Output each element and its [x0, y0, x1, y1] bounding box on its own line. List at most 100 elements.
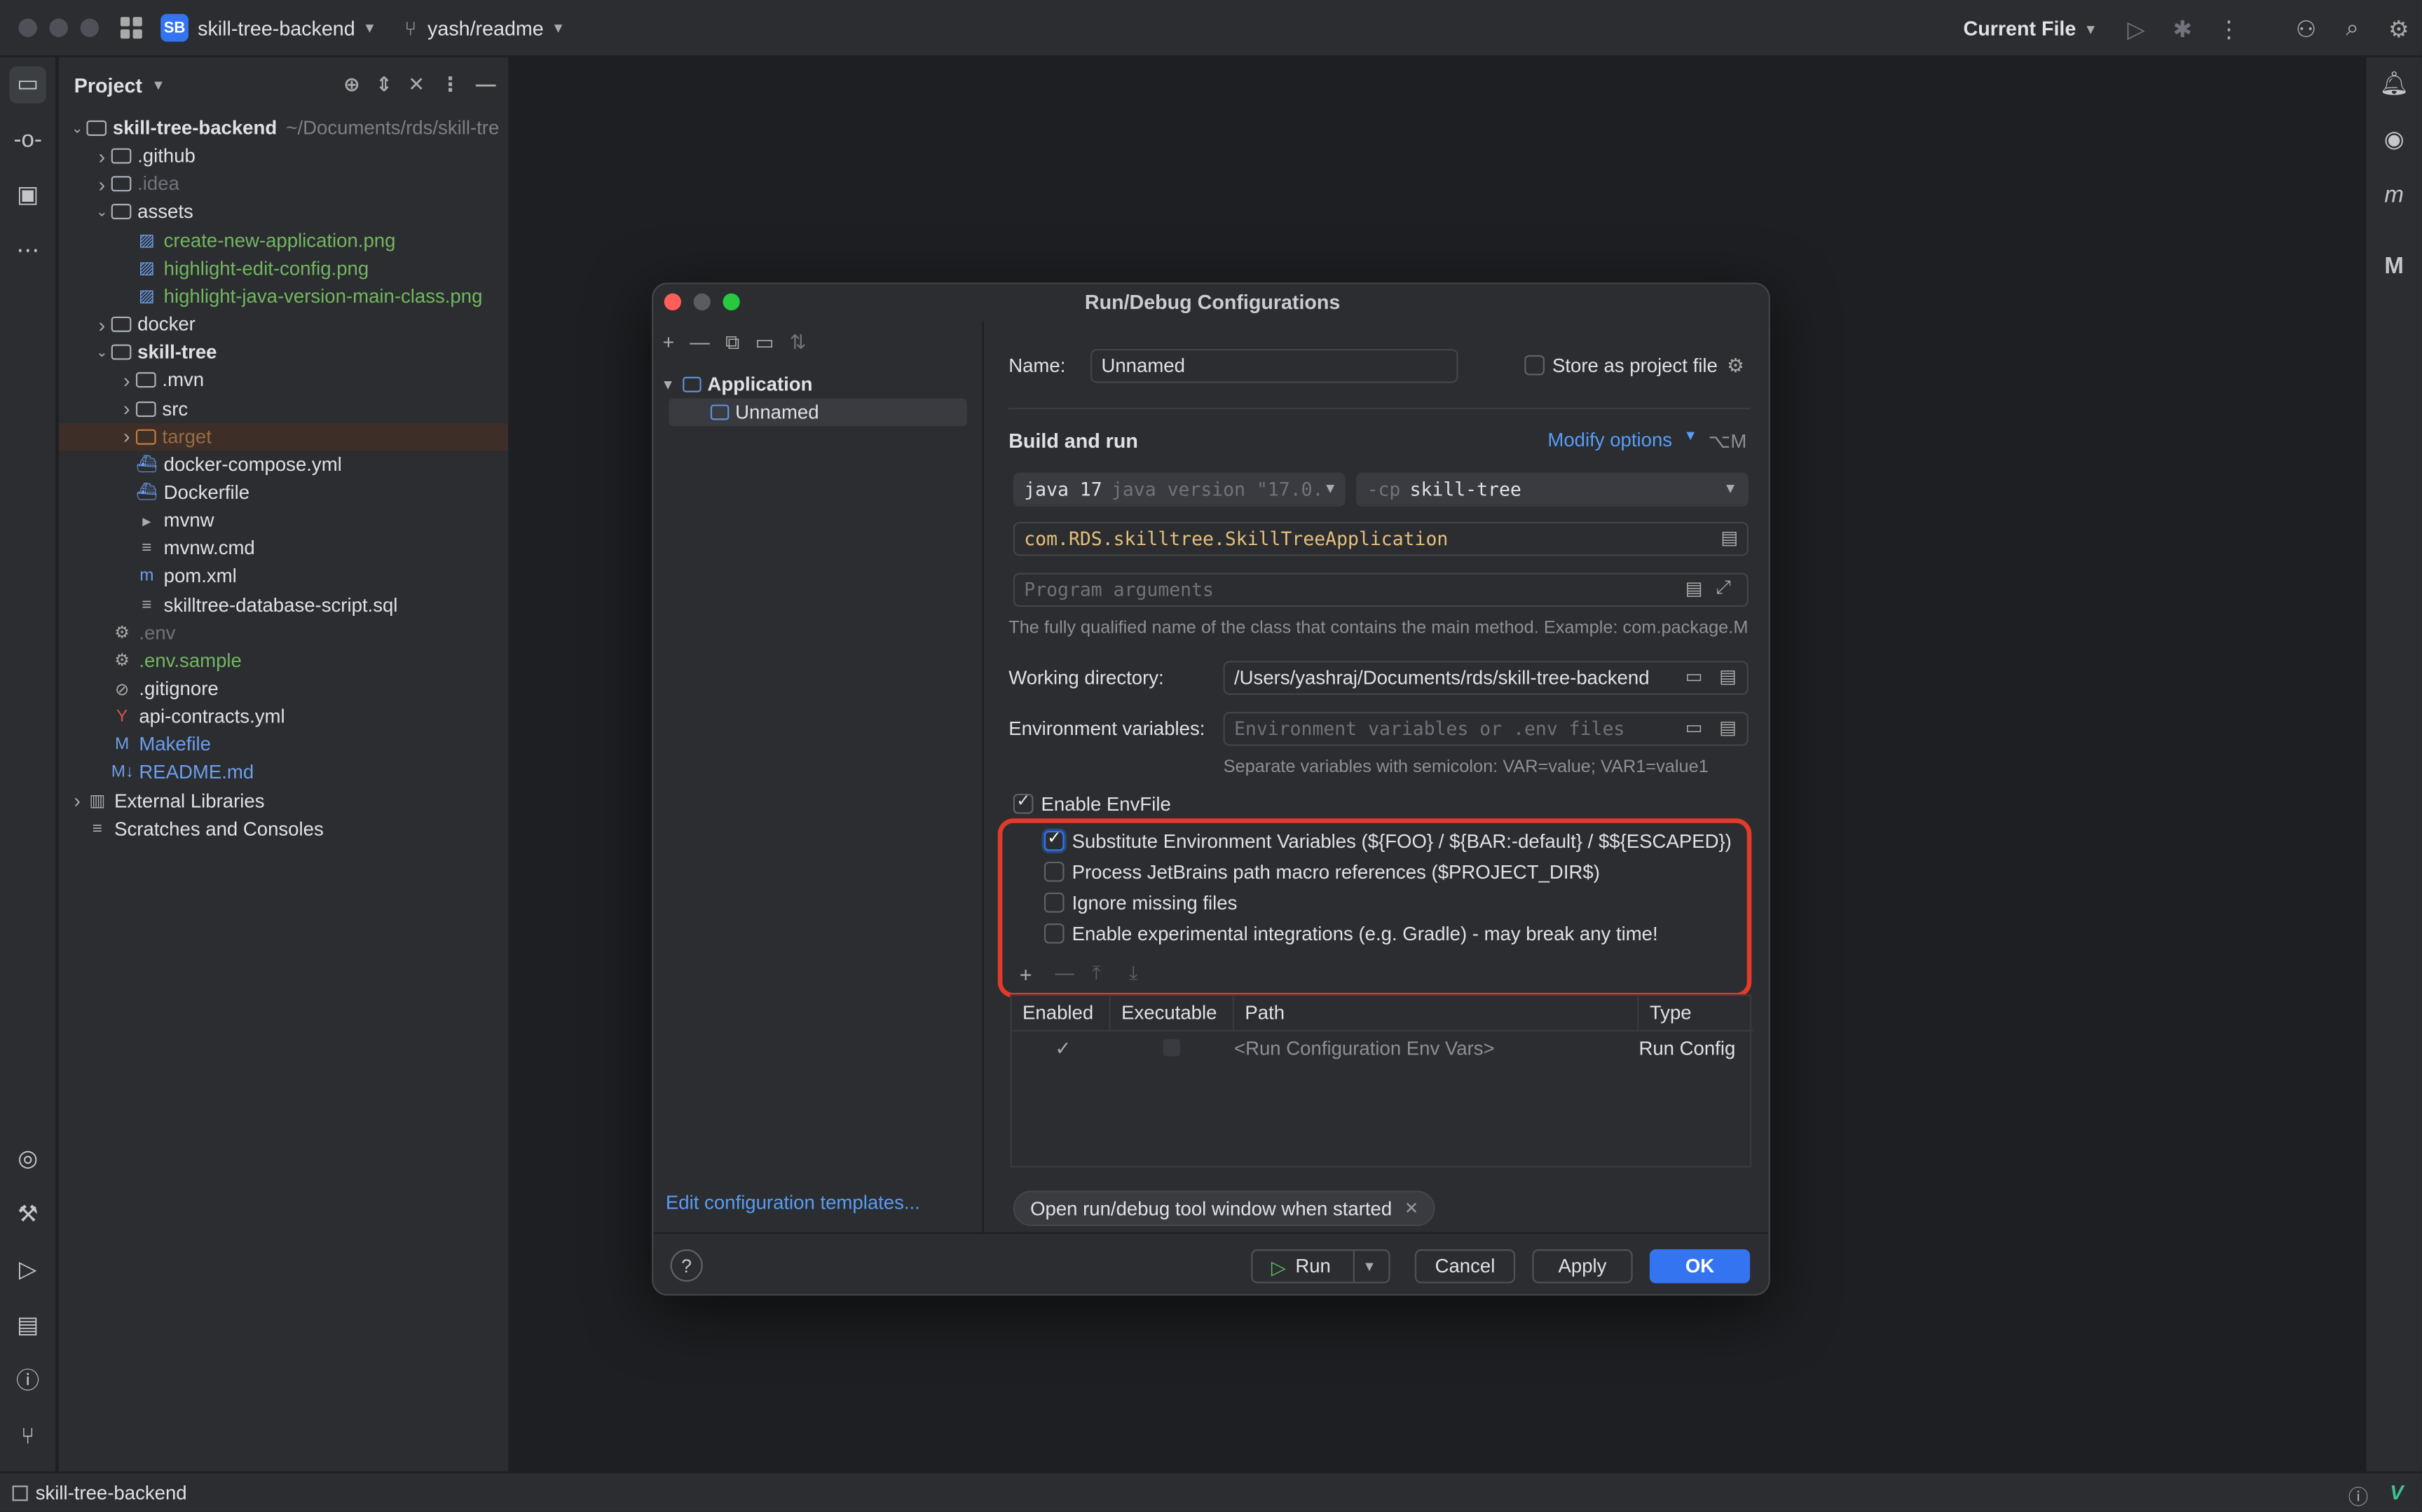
zoom-window-button[interactable]: [80, 18, 100, 37]
type-cell[interactable]: Run Config: [1638, 1033, 1735, 1064]
path-cell[interactable]: <Run Configuration Env Vars>: [1234, 1033, 1495, 1064]
git-tool-icon[interactable]: ⑂: [9, 1419, 46, 1456]
tree-item[interactable]: m pom.xml: [59, 563, 508, 591]
tree-item[interactable]: ▨ highlight-edit-config.png: [59, 254, 508, 282]
locate-icon[interactable]: ⊕: [343, 73, 360, 97]
column-header-path[interactable]: Path: [1234, 996, 1639, 1031]
cancel-button[interactable]: Cancel: [1414, 1249, 1516, 1284]
copy-icon[interactable]: ⧉: [725, 331, 739, 355]
run-config-selector[interactable]: Current File: [1964, 17, 2077, 40]
add-icon[interactable]: +: [663, 331, 675, 355]
options-icon[interactable]: ⋮: [440, 73, 460, 97]
chevron-down-icon[interactable]: ⌄: [93, 204, 111, 221]
chevron-right-icon[interactable]: ›: [93, 144, 111, 167]
minimize-window-button[interactable]: [49, 18, 68, 37]
folder-icon[interactable]: ▭: [1685, 666, 1703, 687]
working-directory-input[interactable]: /Users/yashraj/Documents/rds/skill-tree-…: [1223, 661, 1749, 695]
ignore-missing-files-checkbox[interactable]: [1044, 892, 1065, 913]
environment-variables-input[interactable]: Environment variables or .env files: [1223, 712, 1749, 746]
more-actions-icon[interactable]: ⋮: [2205, 15, 2252, 42]
project-switcher[interactable]: skill-tree-backend: [198, 16, 355, 39]
main-class-input[interactable]: com.RDS.skilltree.SkillTreeApplication: [1013, 521, 1749, 556]
enabled-cell[interactable]: ✓: [1055, 1033, 1071, 1064]
config-item-unnamed[interactable]: Unnamed: [669, 398, 967, 427]
edit-icon[interactable]: ▤: [1719, 717, 1737, 738]
expand-all-icon[interactable]: ⇕: [376, 73, 392, 97]
modify-options-link[interactable]: Modify options: [1547, 429, 1672, 451]
tree-item[interactable]: ≡ Scratches and Consoles: [59, 815, 508, 843]
ai-assistant-icon[interactable]: ◉: [2376, 122, 2413, 159]
chevron-right-icon[interactable]: ›: [93, 312, 111, 336]
problems-tool-icon[interactable]: ⓘ: [9, 1363, 46, 1401]
more-tools-icon[interactable]: ⋯: [9, 233, 46, 270]
open-tool-window-option-chip[interactable]: Open run/debug tool window when started …: [1013, 1190, 1436, 1226]
chevron-down-icon[interactable]: ⌄: [93, 344, 111, 361]
macros-icon[interactable]: ▤: [1685, 577, 1703, 599]
chevron-right-icon[interactable]: ›: [68, 789, 86, 812]
run-icon[interactable]: ▷: [2113, 15, 2159, 42]
markdown-icon[interactable]: M: [2376, 249, 2413, 286]
tree-item[interactable]: ⛴ Dockerfile: [59, 479, 508, 507]
add-icon[interactable]: +: [1020, 962, 1032, 987]
tree-item[interactable]: ≡ mvnw.cmd: [59, 535, 508, 563]
macros-icon[interactable]: ▤: [1719, 666, 1737, 687]
hide-icon[interactable]: —: [476, 73, 496, 97]
substitute-env-vars-checkbox[interactable]: [1044, 827, 1065, 851]
name-input[interactable]: Unnamed: [1090, 349, 1458, 383]
folder-icon[interactable]: ▭: [1685, 717, 1703, 738]
tree-item[interactable]: ⌄ skill-tree-backend ~/Documents/rds/skill…: [59, 114, 508, 142]
tree-item[interactable]: ▨ create-new-application.png: [59, 226, 508, 254]
tree-item[interactable]: M↓ README.md: [59, 759, 508, 787]
project-view-selector[interactable]: Project: [74, 74, 142, 97]
gear-icon[interactable]: ⚙: [2376, 15, 2422, 42]
move-down-icon[interactable]: ⤓: [1129, 962, 1137, 985]
run-button[interactable]: ▷ Run ▼: [1251, 1249, 1390, 1284]
config-group-application[interactable]: ▼ Application: [661, 371, 978, 399]
column-header-enabled[interactable]: Enabled: [1012, 996, 1111, 1031]
classpath-module-selector[interactable]: -cp skill-tree ▼: [1356, 472, 1749, 507]
tree-item[interactable]: › .github: [59, 142, 508, 170]
gear-icon[interactable]: ⚙: [1727, 354, 1744, 377]
tree-item[interactable]: › ▥ External Libraries: [59, 787, 508, 815]
help-button[interactable]: ?: [670, 1249, 703, 1282]
experimental-integrations-checkbox[interactable]: [1044, 923, 1065, 944]
sort-icon[interactable]: ⇅: [790, 331, 807, 355]
chevron-right-icon[interactable]: ›: [118, 425, 136, 448]
move-up-icon[interactable]: ⤒: [1092, 962, 1100, 985]
executable-cell[interactable]: [1163, 1039, 1180, 1057]
tree-item[interactable]: ▨ highlight-java-version-main-class.png: [59, 282, 508, 310]
chevron-right-icon[interactable]: ›: [93, 172, 111, 195]
branch-switcher[interactable]: yash/readme: [427, 16, 544, 39]
tree-item[interactable]: ⊘ .gitignore: [59, 675, 508, 703]
browse-icon[interactable]: ▤: [1720, 527, 1738, 549]
close-window-button[interactable]: [18, 18, 37, 37]
tree-item[interactable]: › target: [58, 422, 509, 451]
debug-icon[interactable]: ✱: [2159, 15, 2205, 42]
enable-envfile-checkbox[interactable]: [1013, 790, 1034, 814]
project-badge[interactable]: SB: [160, 13, 189, 42]
column-header-executable[interactable]: Executable: [1111, 996, 1234, 1031]
tree-item[interactable]: › docker: [59, 310, 508, 338]
build-tool-icon[interactable]: ⚒: [9, 1197, 46, 1234]
tree-item[interactable]: M Makefile: [59, 731, 508, 759]
add-user-icon[interactable]: ⚇: [2283, 15, 2329, 42]
collapse-all-icon[interactable]: ✕: [408, 73, 425, 97]
program-arguments-input[interactable]: Program arguments: [1013, 572, 1749, 607]
expand-icon[interactable]: ⤢: [1716, 576, 1731, 599]
tree-item[interactable]: › .mvn: [59, 366, 508, 394]
close-icon[interactable]: ✕: [1404, 1198, 1418, 1218]
column-header-type[interactable]: Type: [1638, 996, 1753, 1030]
tree-item[interactable]: ⌄ skill-tree: [59, 338, 508, 366]
chevron-down-icon[interactable]: ▼: [1362, 1258, 1376, 1274]
remove-icon[interactable]: —: [690, 331, 710, 355]
vim-logo-icon[interactable]: V: [2390, 1481, 2403, 1511]
jdk-selector[interactable]: java 17 java version "17.0. ▼: [1013, 472, 1346, 507]
services-tool-icon[interactable]: ◎: [9, 1141, 46, 1178]
tree-item[interactable]: ≡ skilltree-database-script.sql: [59, 591, 508, 619]
tree-item[interactable]: ⚙ .env.sample: [59, 647, 508, 675]
process-path-macros-checkbox[interactable]: [1044, 861, 1065, 882]
terminal-tool-icon[interactable]: ▤: [9, 1308, 46, 1345]
tree-item[interactable]: ⚙ .env: [59, 619, 508, 647]
notifications-icon[interactable]: 🔔︎: [2376, 67, 2413, 104]
structure-tool-icon[interactable]: ▣: [9, 177, 46, 214]
